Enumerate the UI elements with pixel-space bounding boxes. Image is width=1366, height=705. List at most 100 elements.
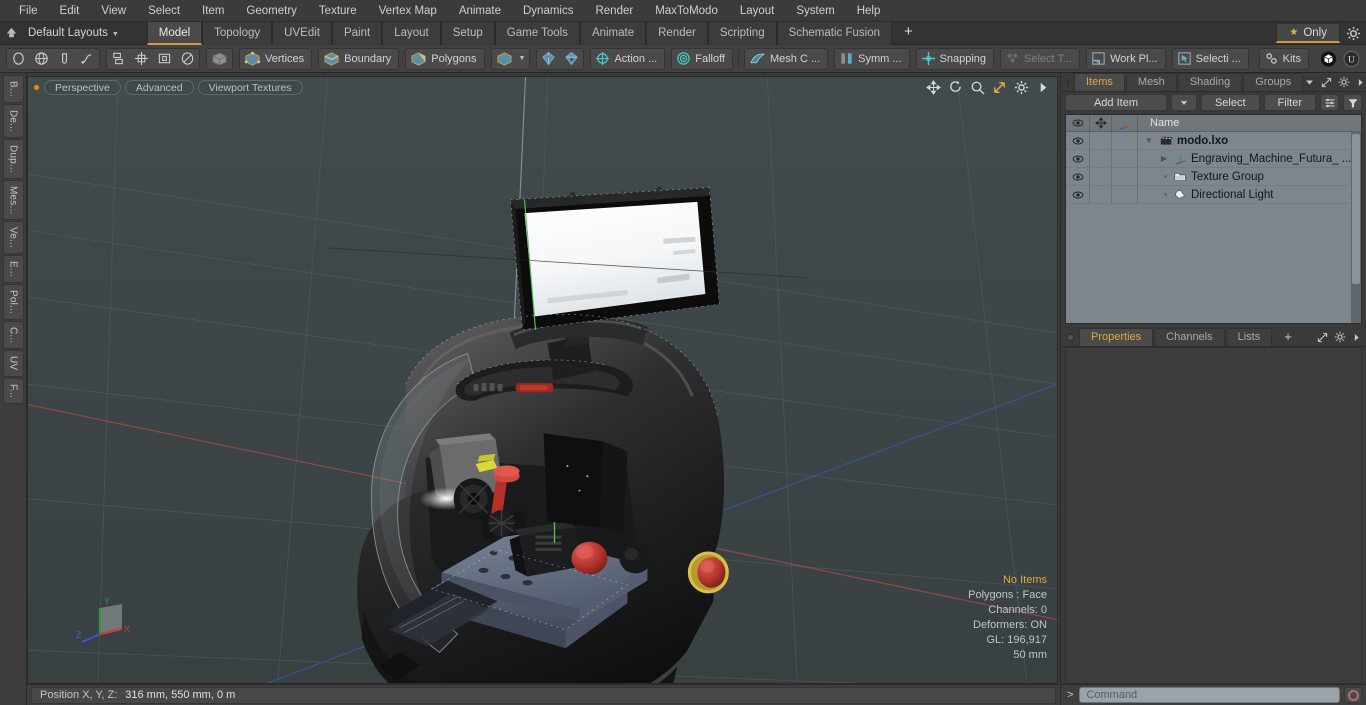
list-options-icon[interactable]: [1320, 94, 1339, 111]
curve-icon[interactable]: [76, 48, 99, 70]
rail-tab-deform[interactable]: De...: [2, 103, 24, 138]
rail-tab-polygon[interactable]: Pol...: [2, 284, 24, 321]
viewport-textures-button[interactable]: Viewport Textures: [197, 79, 303, 95]
item-tree[interactable]: Name ▼ modo.lxo ▶ Engraving_Machine_Futu…: [1065, 114, 1362, 324]
ellipse-icon[interactable]: [176, 48, 199, 70]
gem-blue2-icon[interactable]: [560, 48, 583, 70]
selection-mode-vertices[interactable]: Vertices: [239, 47, 313, 70]
modo-badge-icon[interactable]: [1317, 48, 1340, 70]
menu-item-file[interactable]: File: [8, 0, 49, 22]
panel-tab-channels[interactable]: Channels: [1154, 328, 1225, 346]
menu-item-render[interactable]: Render: [584, 0, 644, 22]
select-through-button[interactable]: Select T...: [1000, 47, 1081, 70]
work-plane-button[interactable]: Work Pl...: [1086, 47, 1166, 70]
gem-blue-icon[interactable]: [537, 48, 560, 70]
menu-item-geometry[interactable]: Geometry: [235, 0, 308, 22]
expander-expanded-icon[interactable]: ▼: [1142, 136, 1156, 145]
falloff-button[interactable]: Falloff: [671, 47, 733, 70]
table-row[interactable]: ▼ modo.lxo: [1066, 131, 1361, 150]
selection-mode-polygons[interactable]: Polygons: [405, 47, 485, 70]
record-icon[interactable]: [1344, 687, 1362, 703]
panel-tab-lists[interactable]: Lists: [1225, 328, 1273, 346]
item-tree-scrollbar[interactable]: [1351, 132, 1361, 323]
panel-tab-properties[interactable]: Properties: [1079, 328, 1154, 346]
tab-scripting[interactable]: Scripting: [707, 21, 777, 45]
cone-icon[interactable]: [53, 48, 76, 70]
menu-item-system[interactable]: System: [785, 0, 845, 22]
kits-button[interactable]: Kits: [1258, 47, 1309, 70]
panel-menu-dot-icon[interactable]: [1067, 79, 1069, 86]
panel-tab-items[interactable]: Items: [1074, 73, 1125, 91]
eye-icon[interactable]: [1066, 115, 1090, 132]
add-item-dropdown[interactable]: [1170, 94, 1197, 111]
properties-add-tab-button[interactable]: +: [1273, 328, 1303, 346]
panel-menu-dot-icon[interactable]: [1067, 334, 1074, 341]
rail-tab-edge[interactable]: E...: [2, 255, 24, 284]
gear-icon[interactable]: [1334, 331, 1346, 343]
panel-tab-shading[interactable]: Shading: [1177, 73, 1243, 91]
chevron-down-icon[interactable]: [1304, 77, 1315, 88]
cube-dropdown-icon[interactable]: ▼: [490, 47, 531, 70]
menu-item-help[interactable]: Help: [846, 0, 892, 22]
home-icon[interactable]: [0, 26, 22, 41]
table-row[interactable]: ▪ Texture Group: [1066, 167, 1361, 186]
add-item-button[interactable]: Add Item: [1065, 94, 1167, 111]
arrow-right-icon[interactable]: [1356, 78, 1365, 87]
tab-uvedit[interactable]: UVEdit: [272, 21, 332, 45]
fit-icon[interactable]: [992, 80, 1007, 95]
table-row[interactable]: ▪ Directional Light: [1066, 185, 1361, 204]
selection-mode-boundary[interactable]: Boundary: [318, 47, 400, 70]
snapping-button[interactable]: Snapping: [915, 47, 995, 70]
expander-collapsed-icon[interactable]: ▶: [1142, 154, 1170, 163]
add-tab-button[interactable]: +: [892, 22, 925, 45]
tab-topology[interactable]: Topology: [202, 21, 273, 45]
unreal-badge-icon[interactable]: U: [1340, 48, 1363, 70]
expand-icon[interactable]: [1321, 77, 1332, 88]
mesh-constraint-button[interactable]: Mesh C ...: [744, 47, 829, 70]
rail-tab-fusion[interactable]: F...: [2, 377, 24, 404]
rail-tab-vertex[interactable]: Ve...: [2, 221, 24, 255]
tab-schematic-fusion[interactable]: Schematic Fusion: [776, 21, 892, 45]
action-center-button[interactable]: Action ...: [590, 47, 666, 70]
rail-tab-duplicate[interactable]: Dup...: [2, 138, 24, 179]
pan-icon[interactable]: [926, 80, 941, 95]
circle-icon[interactable]: [7, 48, 30, 70]
menu-item-edit[interactable]: Edit: [49, 0, 91, 22]
menu-item-select[interactable]: Select: [137, 0, 191, 22]
array-icon[interactable]: [130, 48, 153, 70]
menu-item-view[interactable]: View: [90, 0, 137, 22]
row-visibility-toggle[interactable]: [1066, 131, 1090, 150]
gear-icon[interactable]: [1340, 26, 1366, 41]
layout-selector[interactable]: Default Layouts ▼: [22, 27, 129, 39]
tab-setup[interactable]: Setup: [440, 21, 495, 45]
rail-tab-mesh[interactable]: Mes...: [2, 179, 24, 221]
menu-item-dynamics[interactable]: Dynamics: [512, 0, 584, 22]
row-visibility-toggle[interactable]: [1066, 167, 1090, 186]
menu-item-animate[interactable]: Animate: [448, 0, 512, 22]
item-tree-scrollbar-thumb[interactable]: [1352, 134, 1360, 284]
tree-item-engraving-machine[interactable]: ▶ Engraving_Machine_Futura_ ...: [1138, 152, 1361, 166]
gear-icon[interactable]: [1014, 80, 1029, 95]
panel-tab-groups[interactable]: Groups: [1243, 73, 1304, 91]
rail-tab-basic[interactable]: B...: [2, 75, 24, 103]
tab-model[interactable]: Model: [146, 21, 203, 45]
gear-icon[interactable]: [1338, 76, 1350, 88]
tree-item-scene[interactable]: ▼ modo.lxo: [1138, 134, 1361, 148]
tab-game-tools[interactable]: Game Tools: [494, 21, 580, 45]
table-row[interactable]: ▶ Engraving_Machine_Futura_ ...: [1066, 149, 1361, 168]
panel-tab-mesh[interactable]: Mesh ...: [1125, 73, 1177, 105]
viewport-3d[interactable]: Perspective Advanced Viewport Textures Y…: [27, 76, 1058, 684]
arrow-right-icon[interactable]: [1352, 333, 1361, 342]
command-input[interactable]: Command: [1079, 687, 1340, 703]
expand-icon[interactable]: [1317, 332, 1328, 343]
menu-item-texture[interactable]: Texture: [308, 0, 368, 22]
select-button[interactable]: Select: [1200, 94, 1260, 111]
tab-render[interactable]: Render: [646, 21, 708, 45]
rail-tab-curve[interactable]: C...: [2, 321, 24, 350]
arrow-right-icon[interactable]: [1036, 80, 1051, 95]
rotate-icon[interactable]: [948, 80, 963, 95]
only-toggle-button[interactable]: ★ Only: [1276, 23, 1340, 43]
rail-tab-uv[interactable]: UV: [2, 350, 24, 377]
tab-animate[interactable]: Animate: [579, 21, 647, 45]
tree-item-directional-light[interactable]: ▪ Directional Light: [1138, 188, 1361, 202]
